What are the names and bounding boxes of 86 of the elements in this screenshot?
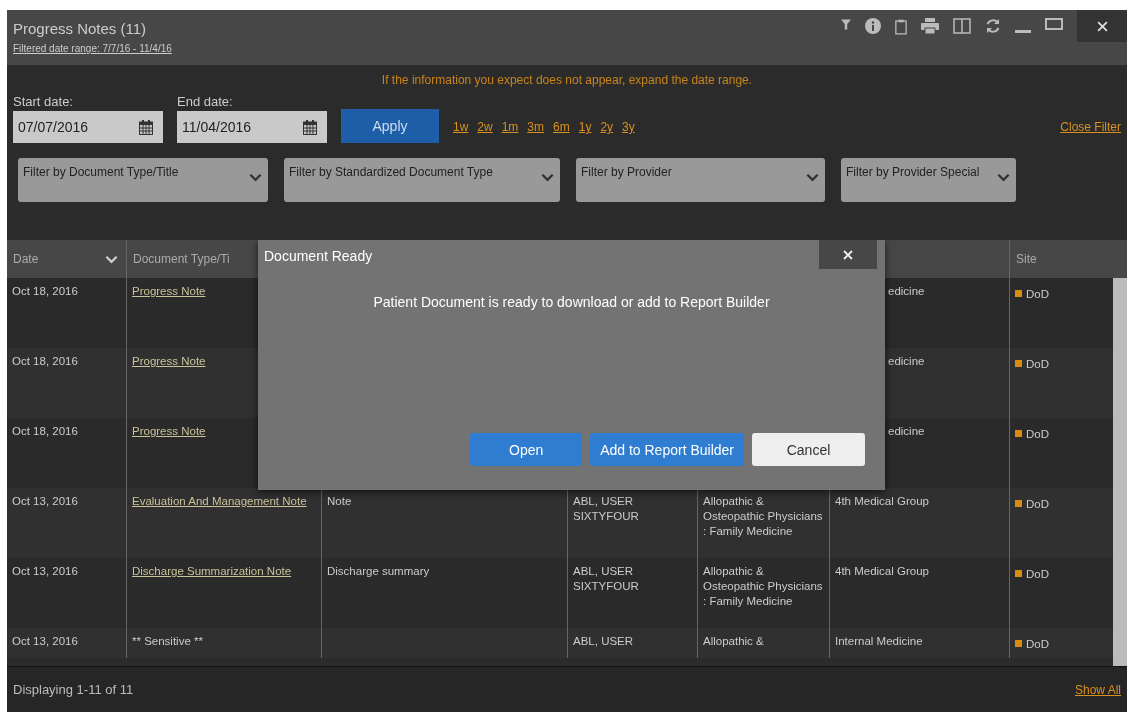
- refresh-icon[interactable]: [985, 18, 1001, 34]
- filter-dropdown[interactable]: Filter by Provider Special: [841, 158, 1016, 202]
- close-icon: [843, 249, 853, 260]
- table-cell: Oct 13, 2016: [12, 635, 78, 647]
- scrollbar[interactable]: [1113, 278, 1127, 666]
- window-title: Progress Notes (11): [13, 20, 148, 37]
- table-cell: edicine: [888, 355, 925, 367]
- table-cell: Oct 13, 2016: [12, 565, 78, 577]
- site-marker-icon: [1015, 500, 1022, 507]
- dialog-button[interactable]: Cancel: [752, 433, 865, 466]
- filter-dropdown[interactable]: Filter by Document Type/Title: [18, 158, 268, 202]
- table-cell: DoD: [1026, 567, 1049, 582]
- dialog-message: Patient Document is ready to download or add to Report Builder: [372, 294, 771, 310]
- quick-range-link[interactable]: 2w: [477, 120, 493, 134]
- quick-range-link[interactable]: 1y: [578, 120, 592, 134]
- column-header[interactable]: Site: [1010, 240, 1113, 278]
- filter-dropdown[interactable]: Filter by Provider: [576, 158, 825, 202]
- end-date-field[interactable]: 11/04/2016: [177, 111, 327, 143]
- quick-range-link[interactable]: 1m: [501, 120, 519, 134]
- table-cell: Allopathic & Osteopathic Physicians : Family Medicine: [703, 495, 823, 537]
- table-cell: Oct 18, 2016: [12, 285, 78, 297]
- clipboard-icon[interactable]: [895, 18, 907, 36]
- columns-icon[interactable]: [953, 18, 971, 34]
- document-title-link[interactable]: ** Sensitive **: [132, 635, 203, 647]
- table-cell: ABL, USER: [573, 635, 634, 647]
- date-range-notice: If the information you expect does not appear, expand the date range.: [380, 73, 754, 87]
- table-cell: Discharge summary: [327, 565, 430, 577]
- document-title-link[interactable]: Progress Note: [132, 285, 206, 297]
- table-cell: Note: [327, 495, 352, 507]
- table-cell: Allopathic &: [703, 635, 764, 647]
- document-title-link[interactable]: Progress Note: [132, 355, 206, 367]
- record-count: Displaying 1-11 of 11: [13, 682, 134, 697]
- table-cell: DoD: [1026, 637, 1049, 652]
- table-cell: DoD: [1026, 357, 1049, 372]
- site-marker-icon: [1015, 430, 1022, 437]
- table-cell: ABL, USER SIXTYFOUR: [573, 495, 639, 522]
- chevron-down-icon: [997, 173, 1010, 182]
- table-cell: edicine: [888, 285, 925, 297]
- site-marker-icon: [1015, 290, 1022, 297]
- table-cell: Oct 18, 2016: [12, 355, 78, 367]
- document-title-link[interactable]: Evaluation And Management Note: [132, 495, 307, 507]
- table-cell: Oct 13, 2016: [12, 495, 78, 507]
- table-cell: Allopathic & Osteopathic Physicians : Family Medicine: [703, 565, 823, 607]
- filtered-date-range-link[interactable]: Filtered date range: 7/7/16 - 11/4/16: [13, 43, 172, 54]
- chevron-down-icon: [541, 173, 554, 182]
- quick-range-link[interactable]: 2y: [600, 120, 614, 134]
- table-cell: DoD: [1026, 287, 1049, 302]
- filter-icon[interactable]: [841, 18, 851, 31]
- minimize-icon[interactable]: [1015, 30, 1031, 34]
- dialog-close-button[interactable]: [819, 240, 877, 269]
- quick-range-link[interactable]: 1w: [453, 120, 469, 134]
- start-date-field[interactable]: 07/07/2016: [13, 111, 163, 143]
- start-date-label: Start date:: [13, 94, 74, 109]
- document-title-link[interactable]: Discharge Summarization Note: [132, 565, 292, 577]
- quick-range-link[interactable]: 3m: [527, 120, 545, 134]
- quick-range-link[interactable]: 3y: [622, 120, 635, 134]
- site-marker-icon: [1015, 570, 1022, 577]
- chevron-down-icon: [806, 173, 819, 182]
- document-title-link[interactable]: Progress Note: [132, 425, 206, 437]
- end-date-label: End date:: [177, 94, 234, 109]
- show-all-link[interactable]: Show All: [1074, 682, 1121, 697]
- close-button[interactable]: [1077, 10, 1127, 42]
- print-icon[interactable]: [921, 18, 939, 34]
- info-icon[interactable]: [865, 18, 881, 34]
- table-cell: DoD: [1026, 427, 1049, 442]
- dialog-button[interactable]: Add to Report Builder: [590, 433, 744, 466]
- chevron-down-icon: [105, 254, 118, 264]
- close-filter-link[interactable]: Close Filter: [1060, 120, 1121, 134]
- table-cell: 4th Medical Group: [835, 565, 929, 577]
- close-icon: [1096, 20, 1108, 32]
- filter-dropdown[interactable]: Filter by Standardized Document Type: [284, 158, 560, 202]
- table-cell: Internal Medicine: [835, 635, 923, 647]
- calendar-icon[interactable]: [139, 119, 153, 135]
- chevron-down-icon: [249, 173, 262, 182]
- calendar-icon[interactable]: [303, 119, 317, 135]
- table-cell: Oct 18, 2016: [12, 425, 78, 437]
- quick-range-link[interactable]: 6m: [553, 120, 570, 134]
- table-cell: 4th Medical Group: [835, 495, 929, 507]
- maximize-icon[interactable]: [1045, 18, 1063, 30]
- apply-button[interactable]: Apply: [341, 109, 439, 143]
- table-cell: ABL, USER SIXTYFOUR: [573, 565, 639, 592]
- dialog-button[interactable]: Open: [470, 433, 583, 466]
- site-marker-icon: [1015, 640, 1022, 647]
- table-cell: DoD: [1026, 497, 1049, 512]
- table-cell: edicine: [888, 425, 925, 437]
- site-marker-icon: [1015, 360, 1022, 367]
